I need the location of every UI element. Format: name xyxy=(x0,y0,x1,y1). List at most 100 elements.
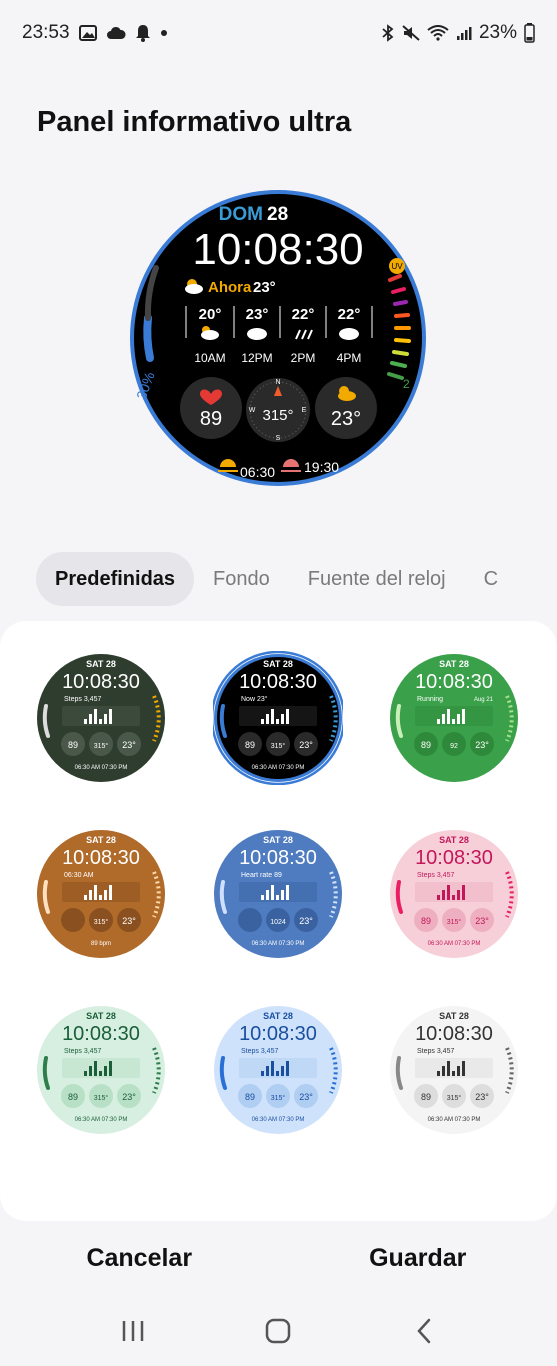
preset-c1: 89 xyxy=(421,1092,431,1102)
preset-8[interactable]: SAT 28 10:08:30 Steps 3,457 89 315° 23° 06:30 … xyxy=(213,1003,343,1137)
preset-c1: 89 xyxy=(68,1092,78,1102)
tab-next-partial[interactable]: C xyxy=(465,552,498,606)
preset-face: SAT 28 10:08:30 Heart rate 89 1024 23° 06:30 … xyxy=(214,830,342,958)
preset-3[interactable]: SAT 28 10:08:30 Running Aug 21 89 92 23° xyxy=(389,651,519,785)
preset-chart-bar xyxy=(286,885,289,900)
preset-c3: 23° xyxy=(299,740,313,750)
action-bar: Cancelar Guardar xyxy=(0,1234,557,1282)
cancel-button[interactable]: Cancelar xyxy=(0,1234,279,1282)
preset-c3: 23° xyxy=(299,916,313,926)
preset-chart-bar xyxy=(462,885,465,900)
preset-1[interactable]: SAT 28 10:08:30 Steps 3,457 89 315° 23° 06:30 … xyxy=(36,651,166,785)
save-button[interactable]: Guardar xyxy=(279,1234,557,1282)
heart-value: 89 xyxy=(200,408,222,430)
preset-7[interactable]: SAT 28 10:08:30 Steps 3,457 89 315° 23° 06:30 … xyxy=(36,1003,166,1137)
preset-chart-bar xyxy=(452,895,455,900)
preset-chart-bar xyxy=(266,890,269,900)
preset-chart-bar xyxy=(276,1071,279,1076)
compass-w: W xyxy=(249,407,256,414)
preset-c2: 315° xyxy=(94,1094,109,1102)
preset-c3: 23° xyxy=(122,740,136,750)
preset-face: SAT 28 10:08:30 06:30 AM 315° 23° 89 bpm xyxy=(37,830,165,958)
preset-face: SAT 28 10:08:30 Steps 3,457 89 315° 23° 06:30 … xyxy=(390,1006,518,1134)
signal-icon xyxy=(456,25,472,41)
preset-footer: 06:30 AM 07:30 PM xyxy=(428,1117,481,1123)
weather-value: 23° xyxy=(331,408,361,430)
preset-chart-bar xyxy=(442,1066,445,1076)
preset-c2: 315° xyxy=(94,742,109,750)
preset-chart-bar xyxy=(442,714,445,724)
preset-chart-bar xyxy=(437,719,440,724)
preset-c2: 92 xyxy=(450,743,458,750)
page-title: Panel informativo ultra xyxy=(37,106,352,138)
preset-c2: 315° xyxy=(271,1094,286,1102)
preset-footer: 06:30 AM 07:30 PM xyxy=(428,941,481,947)
sunset-time: 19:30 xyxy=(304,459,339,475)
preset-footer: 06:30 AM 07:30 PM xyxy=(252,1117,305,1123)
preset-9[interactable]: SAT 28 10:08:30 Steps 3,457 89 315° 23° 06:30 … xyxy=(389,1003,519,1137)
compass-complication: N E S W 315° xyxy=(246,378,310,442)
preset-chart-bar xyxy=(462,709,465,724)
preset-chart-bar xyxy=(457,1066,460,1076)
preset-chart-bar xyxy=(276,719,279,724)
status-time: 23:53 xyxy=(22,22,70,43)
cloud-icon xyxy=(247,328,267,340)
status-bar: 23:53 23% xyxy=(0,0,557,66)
bluetooth-icon xyxy=(381,24,395,42)
preset-chart-bar xyxy=(89,714,92,724)
preset-day: SAT 28 xyxy=(86,835,116,845)
preset-c2: 315° xyxy=(271,742,286,750)
preset-chart-bar xyxy=(84,895,87,900)
preset-label: Heart rate 89 xyxy=(241,872,282,879)
preset-footer: 06:30 AM 07:30 PM xyxy=(75,765,128,771)
preset-time: 10:08:30 xyxy=(239,1023,317,1045)
battery-percent: 23% xyxy=(478,22,517,43)
battery-arc xyxy=(143,314,154,362)
watch-day: DOM xyxy=(219,204,263,225)
back-icon[interactable] xyxy=(404,1311,444,1351)
compass-n: N xyxy=(275,379,280,386)
preset-day: SAT 28 xyxy=(439,1011,469,1021)
preset-day: SAT 28 xyxy=(86,1011,116,1021)
uv-label: UV xyxy=(391,262,403,271)
preset-chart-bar xyxy=(109,1061,112,1076)
compass-s: S xyxy=(276,435,281,442)
preset-time: 10:08:30 xyxy=(239,847,317,869)
preset-chart-bar xyxy=(276,895,279,900)
preset-face: SAT 28 10:08:30 Running Aug 21 89 92 23° xyxy=(390,654,518,782)
tab-fuente-del-reloj[interactable]: Fuente del reloj xyxy=(289,552,465,606)
preset-chart-bar xyxy=(437,1071,440,1076)
preset-2[interactable]: SAT 28 10:08:30 Now 23° 89 315° 23° 06:30 AM 0… xyxy=(213,651,343,785)
preset-chart-bar xyxy=(286,1061,289,1076)
preset-time: 10:08:30 xyxy=(239,671,317,693)
cloud-icon xyxy=(339,328,359,340)
preset-c1: 89 xyxy=(68,740,78,750)
preset-day: SAT 28 xyxy=(86,659,116,669)
preset-footer: 06:30 AM 07:30 PM xyxy=(252,765,305,771)
preset-c1: 89 xyxy=(421,916,431,926)
preset-chart-bar xyxy=(452,719,455,724)
preset-day: SAT 28 xyxy=(263,1011,293,1021)
preset-c3: 23° xyxy=(122,1092,136,1102)
preset-chart-bar xyxy=(89,890,92,900)
preset-chart-bar xyxy=(94,885,97,900)
preset-chart-bar xyxy=(99,895,102,900)
tab-bar: Predefinidas Fondo Fuente del reloj C xyxy=(0,551,557,607)
forecast-time: 2PM xyxy=(291,351,316,365)
preset-chart-bar xyxy=(457,890,460,900)
forecast-time: 12PM xyxy=(241,351,272,365)
tab-fondo[interactable]: Fondo xyxy=(194,552,289,606)
recents-icon[interactable] xyxy=(113,1311,153,1351)
forecast-temp: 20° xyxy=(199,306,222,323)
tab-predefinidas[interactable]: Predefinidas xyxy=(36,552,195,606)
battery-icon xyxy=(524,23,535,43)
preset-6[interactable]: SAT 28 10:08:30 Steps 3,457 89 315° 23° 06:30 … xyxy=(389,827,519,961)
weather-complication: 23° xyxy=(315,377,377,439)
preset-5[interactable]: SAT 28 10:08:30 Heart rate 89 1024 23° 06:30 … xyxy=(213,827,343,961)
watch-preview: 30% UV 2 DOM 28 10:08:30 Ahora 23° 20° 2… xyxy=(128,188,428,488)
preset-c2: 315° xyxy=(94,918,109,926)
home-icon[interactable] xyxy=(258,1311,298,1351)
preset-4[interactable]: SAT 28 10:08:30 06:30 AM 315° 23° 89 bpm xyxy=(36,827,166,961)
preset-footer: 89 bpm xyxy=(91,941,111,947)
forecast-temp: 22° xyxy=(338,306,361,323)
